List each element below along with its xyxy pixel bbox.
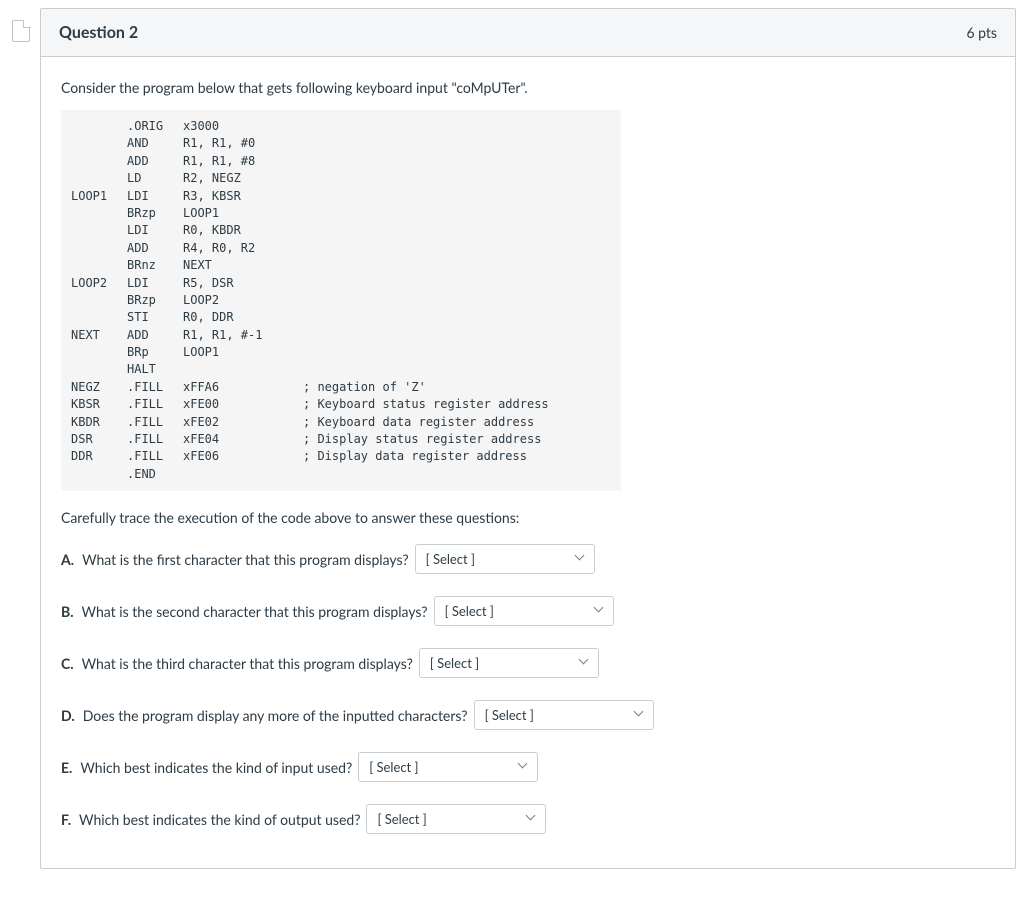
- select-value: [ Select ]: [369, 759, 418, 775]
- select-value: [ Select ]: [430, 655, 479, 671]
- question-e-label: E.: [61, 759, 72, 776]
- question-c-select[interactable]: [ Select ]: [419, 648, 599, 678]
- question-b-label: B.: [61, 603, 74, 620]
- select-value: [ Select ]: [426, 551, 475, 567]
- code-line: KBSR .FILL xFE00 ; Keyboard status regis…: [71, 396, 611, 413]
- question-b-select[interactable]: [ Select ]: [434, 596, 614, 626]
- intro-text: Consider the program below that gets fol…: [61, 79, 995, 96]
- code-line: DDR .FILL xFE06 ; Display data register …: [71, 448, 611, 465]
- question-e: E. Which best indicates the kind of inpu…: [61, 752, 995, 782]
- card-header: Question 2 6 pts: [41, 9, 1015, 57]
- code-line: BRzp LOOP2: [71, 292, 611, 309]
- question-a-text: What is the first character that this pr…: [82, 551, 409, 568]
- question-c: C. What is the third character that this…: [61, 648, 995, 678]
- question-a: A. What is the first character that this…: [61, 544, 995, 574]
- code-line: .ORIG x3000: [71, 118, 611, 135]
- chevron-down-icon: [595, 606, 605, 616]
- code-block: .ORIG x3000 AND R1, R1, #0 ADD R1, R1, #…: [61, 110, 621, 491]
- code-line: KBDR .FILL xFE02 ; Keyboard data registe…: [71, 414, 611, 431]
- chevron-down-icon: [527, 814, 537, 824]
- question-b-text: What is the second character that this p…: [82, 603, 428, 620]
- code-line: LOOP1 LDI R3, KBSR: [71, 188, 611, 205]
- question-title: Question 2: [59, 23, 138, 42]
- question-e-select[interactable]: [ Select ]: [358, 752, 538, 782]
- select-value: [ Select ]: [445, 603, 494, 619]
- code-line: BRzp LOOP1: [71, 205, 611, 222]
- question-d: D. Does the program display any more of …: [61, 700, 995, 730]
- code-line: ADD R1, R1, #8: [71, 153, 611, 170]
- chevron-down-icon: [635, 710, 645, 720]
- code-line: HALT: [71, 361, 611, 378]
- code-line: LD R2, NEGZ: [71, 170, 611, 187]
- trace-intro: Carefully trace the execution of the cod…: [61, 509, 995, 526]
- code-line: ADD R4, R0, R2: [71, 240, 611, 257]
- question-d-label: D.: [61, 707, 75, 724]
- question-b: B. What is the second character that thi…: [61, 596, 995, 626]
- question-f: F. Which best indicates the kind of outp…: [61, 804, 995, 834]
- code-line: STI R0, DDR: [71, 309, 611, 326]
- question-a-select[interactable]: [ Select ]: [415, 544, 595, 574]
- code-line: BRp LOOP1: [71, 344, 611, 361]
- question-d-select[interactable]: [ Select ]: [474, 700, 654, 730]
- question-a-label: A.: [61, 551, 74, 568]
- code-line: DSR .FILL xFE04 ; Display status registe…: [71, 431, 611, 448]
- select-value: [ Select ]: [377, 811, 426, 827]
- code-line: .END: [71, 466, 611, 483]
- select-value: [ Select ]: [485, 707, 534, 723]
- page-icon: [12, 20, 30, 42]
- question-e-text: Which best indicates the kind of input u…: [80, 759, 352, 776]
- code-line: LOOP2 LDI R5, DSR: [71, 275, 611, 292]
- chevron-down-icon: [580, 658, 590, 668]
- chevron-down-icon: [576, 554, 586, 564]
- question-f-text: Which best indicates the kind of output …: [79, 811, 360, 828]
- question-f-select[interactable]: [ Select ]: [366, 804, 546, 834]
- code-line: BRnz NEXT: [71, 257, 611, 274]
- chevron-down-icon: [519, 762, 529, 772]
- question-c-text: What is the third character that this pr…: [82, 655, 413, 672]
- code-line: AND R1, R1, #0: [71, 135, 611, 152]
- card-body: Consider the program below that gets fol…: [41, 57, 1015, 868]
- question-points: 6 pts: [966, 24, 997, 41]
- question-d-text: Does the program display any more of the…: [83, 707, 468, 724]
- code-line: NEXT ADD R1, R1, #-1: [71, 327, 611, 344]
- question-container: Question 2 6 pts Consider the program be…: [8, 8, 1016, 869]
- question-card: Question 2 6 pts Consider the program be…: [40, 8, 1016, 869]
- code-line: NEGZ .FILL xFFA6 ; negation of 'Z': [71, 379, 611, 396]
- question-c-label: C.: [61, 655, 74, 672]
- question-f-label: F.: [61, 811, 71, 828]
- code-line: LDI R0, KBDR: [71, 222, 611, 239]
